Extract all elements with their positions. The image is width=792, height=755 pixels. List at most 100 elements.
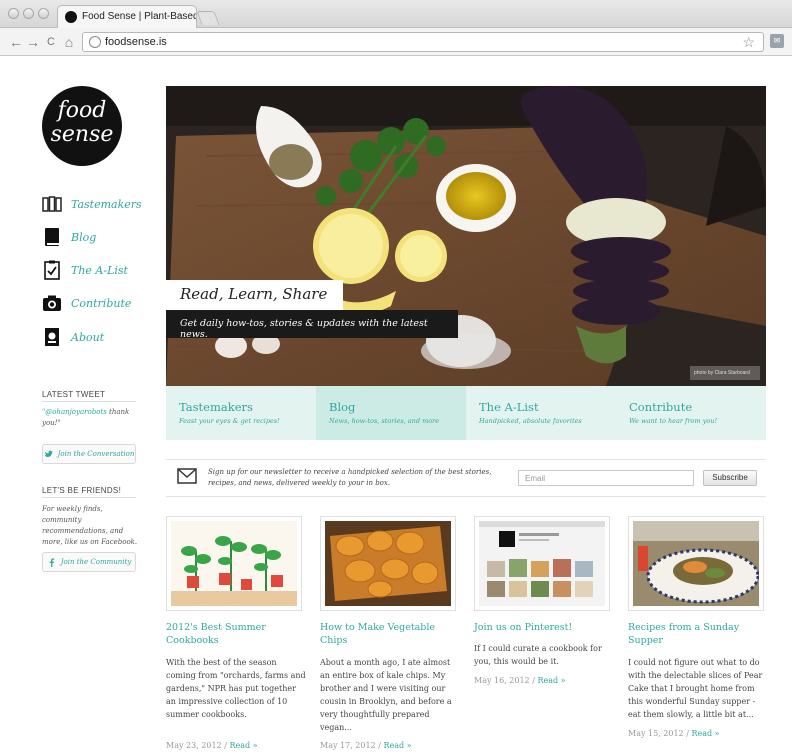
sidebar-item-label: Blog <box>71 230 97 244</box>
new-tab-button[interactable] <box>196 11 220 25</box>
sunday-supper-photo <box>633 521 759 606</box>
logo-line-1: food <box>57 98 107 123</box>
tab-blog[interactable]: Blog News, how-tos, stories, and more <box>316 386 466 440</box>
minimize-window-button[interactable] <box>23 8 34 19</box>
post-meta: May 23, 2012 / Read » <box>166 741 258 750</box>
sidebar-item-contribute[interactable]: Contribute <box>42 293 131 313</box>
browser-toolbar: ← → C ⌂ foodsense.is ☆ ✉ <box>0 28 792 56</box>
camera-icon <box>42 293 62 313</box>
post-thumbnail[interactable] <box>166 516 302 611</box>
post-excerpt: About a month ago, I ate almost an entir… <box>320 658 452 732</box>
post-meta: May 17, 2012 / Read » <box>320 741 412 750</box>
newsletter-text: Sign up for our newsletter to receive a … <box>208 468 492 487</box>
read-more-link[interactable]: Read » <box>229 741 257 750</box>
vegetable-chips-photo <box>325 521 451 606</box>
post-meta: May 16, 2012 / Read » <box>474 676 566 685</box>
post-date: May 16, 2012 <box>474 676 530 685</box>
clipboard-check-icon <box>42 260 62 280</box>
forward-button[interactable]: → <box>25 33 41 51</box>
divider <box>166 496 766 497</box>
browser-titlebar: Food Sense | Plant-Based Ea <box>0 0 792 28</box>
hero-banner[interactable]: photo by Clara Starboard <box>166 86 766 386</box>
bookmark-star-icon[interactable]: ☆ <box>742 34 755 51</box>
browser-tab[interactable]: Food Sense | Plant-Based Ea <box>57 5 197 28</box>
email-input[interactable]: Email <box>518 470 694 486</box>
sidebar-item-a-list[interactable]: The A-List <box>42 260 128 280</box>
read-more-link[interactable]: Read » <box>691 729 719 738</box>
book-icon <box>42 227 62 247</box>
post-title[interactable]: 2012's Best Summer Cookbooks <box>166 621 306 647</box>
tab-title: Food Sense | Plant-Based Ea <box>82 11 197 22</box>
join-conversation-label: Join the Conversation <box>57 450 135 458</box>
seedlings-illustration <box>171 521 297 606</box>
close-window-button[interactable] <box>8 8 19 19</box>
tweet-handle[interactable]: "@ohanjoyarobots <box>42 408 107 416</box>
sidebar-item-label: The A-List <box>71 263 128 277</box>
sidebar-item-blog[interactable]: Blog <box>42 227 96 247</box>
post-date: May 15, 2012 <box>628 729 684 738</box>
hero-food-photo <box>166 86 766 386</box>
reload-button[interactable]: C <box>43 33 59 51</box>
zoom-window-button[interactable] <box>38 8 49 19</box>
post-title[interactable]: How to Make Vegetable Chips <box>320 621 460 647</box>
read-more-link[interactable]: Read » <box>383 741 411 750</box>
tab-title: The A-List <box>479 400 539 414</box>
envelope-icon <box>177 468 197 484</box>
friends-heading: LET'S BE FRIENDS! <box>42 486 122 495</box>
back-button[interactable]: ← <box>8 33 24 51</box>
globe-icon <box>89 36 101 48</box>
address-bar[interactable]: foodsense.is ☆ <box>82 32 764 52</box>
hero-subtitle: Get daily how-tos, stories & updates wit… <box>166 310 458 340</box>
post-thumbnail[interactable] <box>474 516 610 611</box>
post-title[interactable]: Join us on Pinterest! <box>474 621 614 634</box>
post-excerpt: If I could curate a cookbook for you, th… <box>474 644 602 666</box>
post-excerpt: I could not figure out what to do with t… <box>628 658 763 719</box>
post-meta: May 15, 2012 / Read » <box>628 729 720 738</box>
latest-tweet-heading: LATEST TWEET <box>42 390 106 399</box>
tab-title: Tastemakers <box>179 400 253 414</box>
sidebar-item-about[interactable]: About <box>42 327 104 347</box>
logo-line-2: sense <box>50 122 114 147</box>
tab-subtitle: We want to hear from you! <box>629 417 718 425</box>
sidebar-item-label: About <box>71 330 105 344</box>
divider <box>42 401 136 402</box>
divider <box>42 497 136 498</box>
friends-text: For weekly finds, community recommendati… <box>42 505 138 546</box>
favicon-icon <box>65 11 77 23</box>
tab-subtitle: Feast your eyes & get recipes! <box>179 417 280 425</box>
post-excerpt: With the best of the season coming from … <box>166 658 306 719</box>
tab-contribute[interactable]: Contribute We want to hear from you! <box>616 386 766 440</box>
about-icon <box>42 327 62 347</box>
photo-credit: photo by Clara Starboard <box>690 366 760 380</box>
url-text: foodsense.is <box>105 36 167 48</box>
home-button[interactable]: ⌂ <box>61 33 77 51</box>
divider <box>166 459 766 460</box>
latest-tweet-text: "@ohanjoyarobots thank you!" <box>42 407 138 429</box>
post-thumbnail[interactable] <box>628 516 764 611</box>
post-date: May 17, 2012 <box>320 741 376 750</box>
tab-title: Blog <box>329 400 356 414</box>
tastemakers-icon <box>42 194 62 214</box>
join-community-label: Join the Community <box>60 558 132 566</box>
tab-a-list[interactable]: The A-List Handpicked, absolute favorite… <box>466 386 616 440</box>
post-thumbnail[interactable] <box>320 516 456 611</box>
join-community-button[interactable]: Join the Community <box>42 552 136 572</box>
tab-subtitle: News, how-tos, stories, and more <box>329 417 440 425</box>
hero-title: Read, Learn, Share <box>166 280 344 310</box>
site-logo[interactable]: food sense <box>42 86 122 166</box>
sidebar-item-label: Contribute <box>71 296 132 310</box>
join-conversation-button[interactable]: Join the Conversation <box>42 444 136 464</box>
twitter-bird-icon <box>44 450 53 457</box>
read-more-link[interactable]: Read » <box>537 676 565 685</box>
sidebar-item-tastemakers[interactable]: Tastemakers <box>42 194 142 214</box>
sidebar-item-label: Tastemakers <box>71 197 142 211</box>
extension-icon[interactable]: ✉ <box>770 34 784 48</box>
post-date: May 23, 2012 <box>166 741 222 750</box>
subscribe-button[interactable]: Subscribe <box>703 470 757 486</box>
facebook-icon <box>49 557 54 567</box>
tab-subtitle: Handpicked, absolute favorites <box>479 417 582 425</box>
post-title[interactable]: Recipes from a Sunday Supper <box>628 621 768 647</box>
tab-tastemakers[interactable]: Tastemakers Feast your eyes & get recipe… <box>166 386 316 440</box>
pinterest-screenshot <box>479 521 605 606</box>
tab-title: Contribute <box>629 400 693 414</box>
